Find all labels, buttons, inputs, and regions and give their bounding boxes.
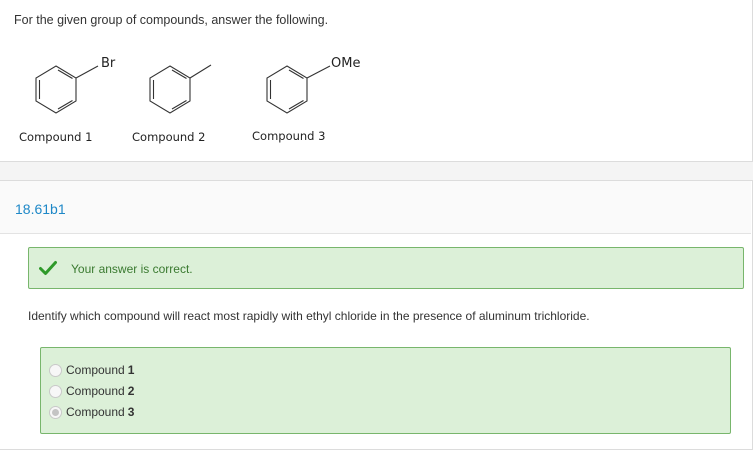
choice-compound-3[interactable]: Compound 3	[49, 403, 134, 421]
compound-1-substituent: Br	[101, 56, 116, 71]
radio-button-selected[interactable]	[49, 405, 62, 419]
choice-label: Compound	[66, 405, 125, 419]
question-card: For the given group of compounds, answer…	[0, 0, 753, 162]
choice-label: Compound	[66, 363, 125, 377]
feedback-banner: Your answer is correct.	[28, 247, 744, 289]
part-id-link[interactable]: 18.61b1	[15, 201, 66, 217]
compound-1-structure	[35, 65, 99, 114]
compound-3-structure	[266, 65, 331, 114]
choice-compound-1[interactable]: Compound 1	[49, 361, 134, 379]
radio-button[interactable]	[49, 384, 62, 398]
compound-structures: Br OMe Compound 1 Compound 2 Compound 3	[19, 56, 360, 144]
part-card: 18.61b1 Your answer is correct. Identify…	[0, 180, 753, 450]
choice-number: 2	[127, 384, 135, 398]
compound-3-label: Compound 3	[252, 129, 325, 143]
compound-2-label: Compound 2	[132, 130, 205, 144]
compound-2-structure	[149, 64, 212, 114]
question-instruction: Identify which compound will react most …	[28, 309, 590, 323]
check-icon	[39, 261, 57, 275]
compound-3-substituent: OMe	[331, 56, 360, 71]
feedback-text: Your answer is correct.	[71, 262, 193, 276]
part-header: 18.61b1	[0, 181, 751, 234]
question-prompt: For the given group of compounds, answer…	[14, 13, 329, 27]
choice-compound-2[interactable]: Compound 2	[49, 382, 134, 400]
compound-1-label: Compound 1	[19, 130, 92, 144]
choice-number: 3	[127, 405, 135, 419]
choice-label: Compound	[66, 384, 125, 398]
radio-button[interactable]	[49, 363, 62, 377]
choice-number: 1	[127, 363, 135, 377]
answer-choices: Compound 1 Compound 2 Compound 3	[40, 347, 731, 434]
